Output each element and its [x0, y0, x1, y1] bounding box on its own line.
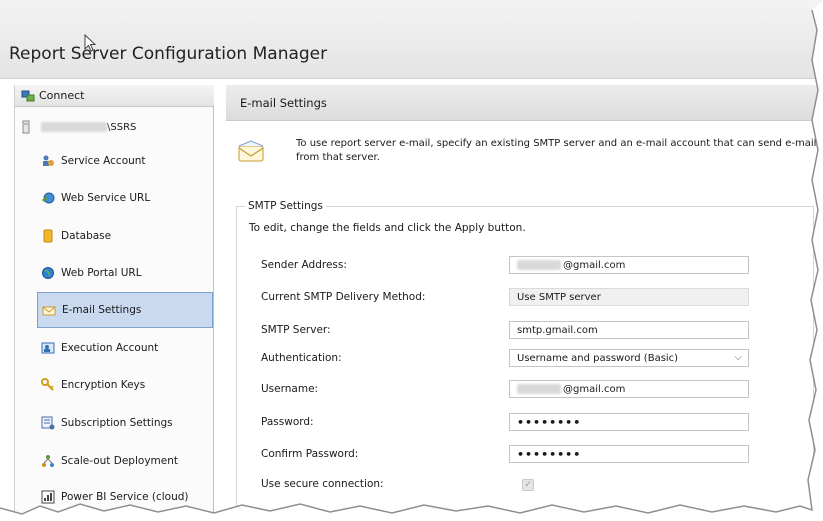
- authentication-select[interactable]: Username and password (Basic) ⌵: [509, 349, 749, 367]
- server-node[interactable]: \SSRS: [21, 119, 136, 135]
- execution-account-icon: [41, 342, 55, 354]
- intro-text: To use report server e-mail, specify an …: [296, 138, 817, 163]
- key-icon: [41, 378, 54, 391]
- server-instance: \SSRS: [107, 121, 137, 133]
- password-input[interactable]: ••••••••: [509, 413, 749, 431]
- password-value: ••••••••: [517, 415, 582, 429]
- sidebar-item-web-portal-url[interactable]: Web Portal URL: [37, 255, 213, 291]
- service-account-icon: [43, 155, 54, 166]
- connect-label: Connect: [39, 89, 85, 102]
- sidebar-item-power-bi-service[interactable]: Power BI Service (cloud): [37, 479, 213, 515]
- authentication-label: Authentication:: [261, 352, 342, 364]
- secure-connection-checkbox[interactable]: ✓: [522, 479, 534, 491]
- sidebar-item-label: Scale-out Deployment: [61, 455, 178, 467]
- username-local-part-redacted: [517, 384, 561, 394]
- username-input[interactable]: @gmail.com: [509, 380, 749, 398]
- smtp-server-input[interactable]: smtp.gmail.com: [509, 321, 749, 339]
- chevron-down-icon: ⌵: [734, 352, 742, 363]
- email-icon: [42, 306, 56, 316]
- smtp-server-value: smtp.gmail.com: [517, 324, 598, 336]
- connect-icon: [21, 90, 35, 101]
- authentication-value: Username and password (Basic): [517, 352, 679, 364]
- sidebar-item-label: Database: [61, 230, 112, 242]
- section-header: E-mail Settings: [226, 85, 823, 121]
- sidebar-item-web-service-url[interactable]: Web Service URL: [37, 180, 213, 216]
- web-service-icon: [42, 192, 55, 204]
- globe-icon: [42, 267, 54, 279]
- sender-local-part-redacted: [517, 260, 561, 270]
- server-icon: [22, 120, 30, 134]
- sidebar-item-label: Subscription Settings: [61, 417, 173, 429]
- secure-connection-label: Use secure connection:: [261, 478, 384, 490]
- smtp-server-label: SMTP Server:: [261, 324, 331, 336]
- sidebar-item-encryption-keys[interactable]: Encryption Keys: [37, 367, 213, 403]
- sidebar-item-label: E-mail Settings: [62, 304, 142, 316]
- confirm-password-value: ••••••••: [517, 447, 582, 461]
- connect-button[interactable]: Connect: [15, 85, 214, 107]
- sidebar-item-label: Web Service URL: [61, 192, 151, 204]
- sidebar-item-email-settings[interactable]: E-mail Settings: [37, 292, 213, 328]
- title-bar: Report Server Configuration Manager: [0, 0, 823, 79]
- sidebar-item-label: Encryption Keys: [61, 379, 146, 391]
- confirm-password-input[interactable]: ••••••••: [509, 445, 749, 463]
- checkmark-icon: ✓: [524, 480, 532, 490]
- sidebar: Connect \SSRS Service Account Web Servic…: [14, 85, 214, 521]
- username-value: @gmail.com: [563, 383, 626, 395]
- window-title: Report Server Configuration Manager: [9, 44, 328, 64]
- main-content: E-mail Settings To use report server e-m…: [226, 85, 823, 521]
- power-bi-icon: [41, 490, 55, 504]
- sender-address-input[interactable]: @gmail.com: [509, 256, 749, 274]
- smtp-settings-legend: SMTP Settings: [245, 200, 326, 212]
- sidebar-item-label: Power BI Service (cloud): [61, 491, 189, 503]
- password-label: Password:: [261, 416, 314, 428]
- mouse-cursor-icon: [84, 34, 97, 52]
- sidebar-item-scale-out-deployment[interactable]: Scale-out Deployment: [37, 443, 213, 479]
- sidebar-item-execution-account[interactable]: Execution Account: [37, 330, 213, 366]
- sidebar-item-label: Service Account: [61, 155, 146, 167]
- server-name-redacted: [41, 122, 107, 132]
- scale-out-icon: [42, 455, 54, 467]
- sidebar-item-subscription-settings[interactable]: Subscription Settings: [37, 405, 213, 441]
- sender-address-label: Sender Address:: [261, 259, 347, 271]
- delivery-method-label: Current SMTP Delivery Method:: [261, 291, 426, 303]
- confirm-password-label: Confirm Password:: [261, 448, 359, 460]
- subscription-icon: [41, 416, 55, 430]
- delivery-method-field: Use SMTP server: [509, 288, 749, 306]
- database-icon: [43, 229, 53, 243]
- smtp-settings-group: SMTP Settings To edit, change the fields…: [236, 200, 814, 521]
- sender-address-value: @gmail.com: [563, 259, 626, 271]
- delivery-method-value: Use SMTP server: [517, 291, 601, 303]
- smtp-hint: To edit, change the fields and click the…: [249, 222, 526, 234]
- username-label: Username:: [261, 383, 319, 395]
- sidebar-item-database[interactable]: Database: [37, 218, 213, 254]
- sidebar-item-service-account[interactable]: Service Account: [37, 143, 213, 179]
- envelope-icon: [238, 140, 264, 162]
- sidebar-item-label: Execution Account: [61, 342, 159, 354]
- sidebar-item-label: Web Portal URL: [61, 267, 142, 279]
